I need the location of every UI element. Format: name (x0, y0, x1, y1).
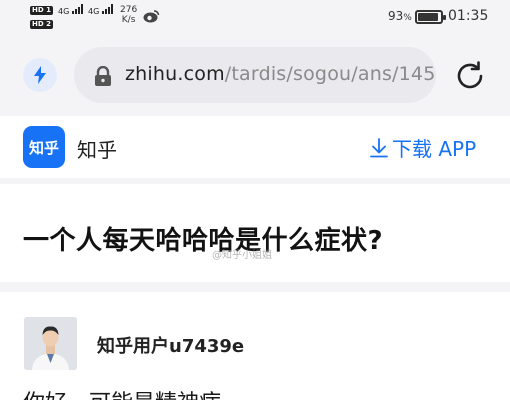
bolt-icon (34, 66, 46, 84)
battery-icon (415, 10, 446, 24)
battery-percent: 93% (388, 9, 412, 23)
weibo-icon (143, 10, 160, 23)
question-title[interactable]: 一个人每天哈哈哈是什么症状? (23, 220, 383, 257)
sim-indicator: HD 1 HD 2 (30, 5, 55, 29)
reload-icon[interactable] (452, 58, 488, 94)
status-bar: HD 1 HD 2 4G 4G 276 K/s 93% 01:35 (0, 0, 510, 34)
url-path: /tardis/sogou/ans/145504610 (224, 63, 436, 85)
lock-icon (95, 66, 111, 86)
avatar[interactable] (24, 317, 77, 370)
download-icon (370, 137, 388, 157)
bolt-button[interactable] (23, 58, 57, 92)
watermark: @知乎小姐姐 (212, 250, 272, 261)
zhihu-logo[interactable]: 知乎 (23, 126, 65, 168)
question-card[interactable]: 一个人每天哈哈哈是什么症状? @知乎小姐姐 (0, 184, 510, 282)
address-bar[interactable]: zhihu.com/tardis/sogou/ans/145504610 (74, 47, 436, 103)
clock: 01:35 (448, 8, 489, 24)
site-header: 知乎 知乎 下载 APP (0, 116, 510, 178)
browser-toolbar: zhihu.com/tardis/sogou/ans/145504610 (0, 34, 510, 116)
author-name[interactable]: 知乎用户u7439e (97, 332, 244, 358)
network-speed: 276 K/s (120, 5, 138, 25)
hd2-badge: HD 2 (30, 20, 53, 29)
signal-1-icon: 4G (58, 4, 84, 16)
signal-2-icon: 4G (88, 4, 114, 16)
download-label: 下载 APP (392, 137, 477, 161)
doctor-avatar-image (24, 317, 77, 370)
answer-snippet[interactable]: 你好，可能是精神病 (23, 385, 221, 400)
url-host: zhihu.com (125, 63, 225, 85)
answer-card[interactable]: 知乎用户u7439e 你好，可能是精神病 (0, 292, 510, 400)
hd1-badge: HD 1 (30, 6, 53, 15)
screen: HD 1 HD 2 4G 4G 276 K/s 93% 01:35 zhihu.… (0, 0, 510, 400)
download-app-button[interactable]: 下载 APP (370, 133, 476, 162)
url-text: zhihu.com/tardis/sogou/ans/145504610 (125, 63, 436, 85)
site-name: 知乎 (77, 138, 117, 162)
